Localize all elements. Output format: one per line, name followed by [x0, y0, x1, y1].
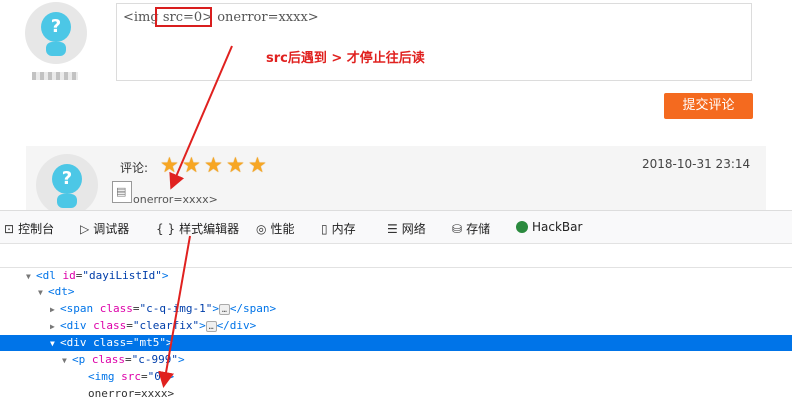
tree-row-div-mt5[interactable]: ▼ <div class="mt5">: [50, 335, 173, 351]
tree-row-div-clearfix[interactable]: ▶ <div class="clearfix">… </div>: [50, 318, 256, 334]
review-date: 2018-10-31 23:14: [642, 157, 751, 171]
star-icon: ★: [160, 153, 179, 177]
debugger-icon: ▷: [80, 222, 90, 236]
style-editor-icon: { }: [156, 222, 176, 236]
network-icon: ☰: [387, 222, 398, 236]
question-icon: ?: [50, 16, 62, 37]
memory-icon: ▯: [321, 222, 328, 236]
tree-row-text[interactable]: onerror=xxxx>: [88, 386, 174, 402]
tab-console[interactable]: ⊡ 控制台: [4, 220, 54, 237]
reviewer-avatar: ?: [36, 154, 98, 216]
tab-hackbar[interactable]: HackBar: [516, 220, 582, 234]
tab-performance[interactable]: ◎ 性能: [256, 220, 295, 237]
star-icon: ★: [204, 153, 223, 177]
avatar: ?: [25, 2, 87, 64]
tree-row-span[interactable]: ▶ <span class="c-q-img-1">… </span>: [50, 301, 276, 317]
annotation-text: src后遇到 > 才停止往后读: [266, 51, 425, 66]
devtools-toolbar: ⊡ 控制台 ▷ 调试器 { } 样式编辑器 ◎ 性能 ▯ 内存 ☰ 网络 ⛁ 存储 HackB…: [0, 210, 792, 244]
star-icon: ★: [226, 153, 245, 177]
tab-style-editor[interactable]: { } 样式编辑器: [156, 220, 239, 237]
tree-row-p[interactable]: ▼ <p class="c-999">: [62, 352, 185, 368]
broken-image-icon: ▤: [112, 181, 132, 203]
devtools-panel: ⊡ 控制台 ▷ 调试器 { } 样式编辑器 ◎ 性能 ▯ 内存 ☰ 网络 ⛁ 存储 HackB…: [0, 210, 792, 404]
comment-textarea[interactable]: <img src=0> onerror=xxxx>: [116, 3, 752, 81]
username-blur: [32, 72, 78, 80]
storage-icon: ⛁: [452, 222, 463, 236]
tab-memory[interactable]: ▯ 内存: [321, 220, 356, 237]
submit-comment-button[interactable]: 提交评论: [664, 93, 753, 119]
selected-row[interactable]: ▼ <div class="mt5">: [0, 335, 792, 351]
question-icon: ?: [61, 168, 73, 189]
tab-debugger[interactable]: ▷ 调试器: [80, 220, 129, 237]
ellipsis-badge: …: [205, 320, 217, 332]
tab-network[interactable]: ☰ 网络: [387, 220, 426, 237]
inspector-subbar: [0, 245, 792, 268]
tree-row-dl[interactable]: ▼ <dl id="dayiListId">: [26, 268, 168, 284]
star-rating: ★ ★ ★ ★ ★: [160, 153, 270, 177]
highlight-box: [155, 7, 212, 27]
performance-icon: ◎: [256, 222, 267, 236]
comment-text: <img src=0> onerror=xxxx>: [123, 10, 319, 25]
tree-row-dt[interactable]: ▼ <dt>: [38, 284, 75, 300]
broken-image-text: onerror=xxxx>: [133, 193, 218, 206]
console-icon: ⊡: [4, 222, 15, 236]
tab-storage[interactable]: ⛁ 存储: [452, 220, 490, 237]
star-icon: ★: [182, 153, 201, 177]
hackbar-icon: [516, 221, 528, 233]
tree-row-img[interactable]: <img src="0">: [88, 369, 174, 385]
ellipsis-badge: …: [218, 303, 230, 315]
star-icon: ★: [248, 153, 267, 177]
rating-label: 评论:: [120, 161, 149, 175]
